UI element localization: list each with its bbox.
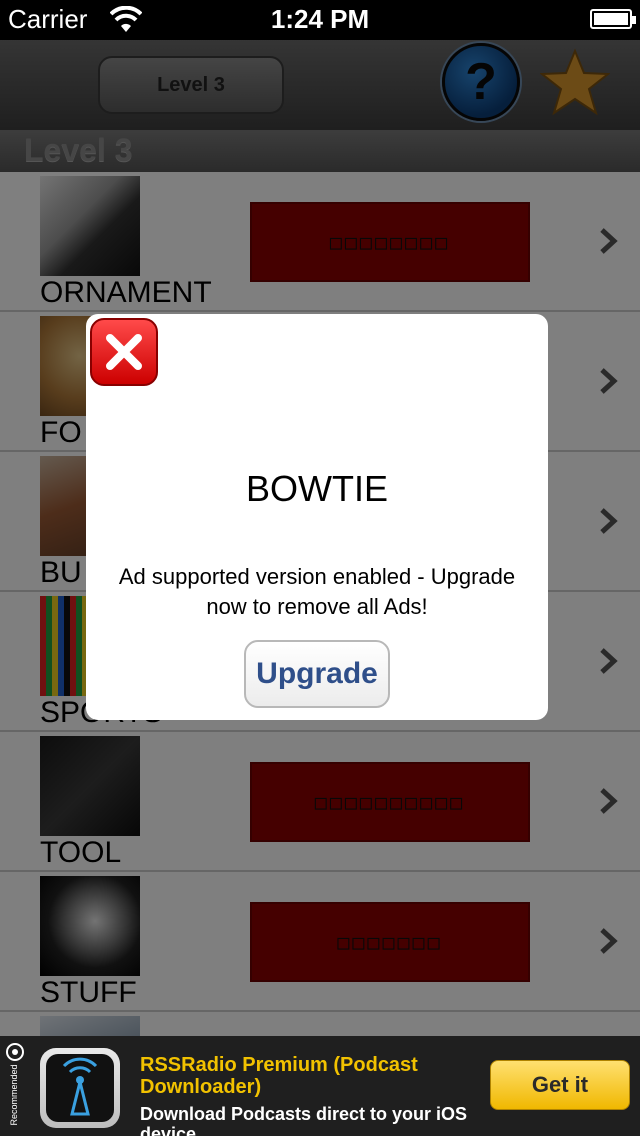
ad-app-icon[interactable]	[40, 1048, 120, 1128]
status-bar: Carrier 1:24 PM	[0, 0, 640, 40]
close-button[interactable]	[90, 318, 158, 386]
dialog-title: BOWTIE	[246, 468, 388, 509]
ad-get-it-button[interactable]: Get it	[490, 1060, 630, 1110]
battery-icon	[590, 9, 636, 29]
close-icon	[106, 334, 142, 370]
upgrade-button[interactable]: Upgrade	[244, 640, 390, 708]
ad-recommended-badge: Recommended	[0, 1036, 30, 1136]
ad-title: RSSRadio Premium (Podcast Downloader)	[140, 1054, 418, 1098]
ad-banner[interactable]: Recommended RSSRadio Premium (Podcast Do…	[0, 1036, 640, 1136]
dialog-message: Ad supported version enabled - Upgrade n…	[118, 564, 516, 619]
rss-icon	[62, 1057, 98, 1116]
ad-description: Download Podcasts direct to your iOS dev…	[140, 1104, 468, 1136]
ad-recommended-label: Recommended	[9, 1064, 19, 1126]
clock: 1:24 PM	[270, 4, 370, 34]
